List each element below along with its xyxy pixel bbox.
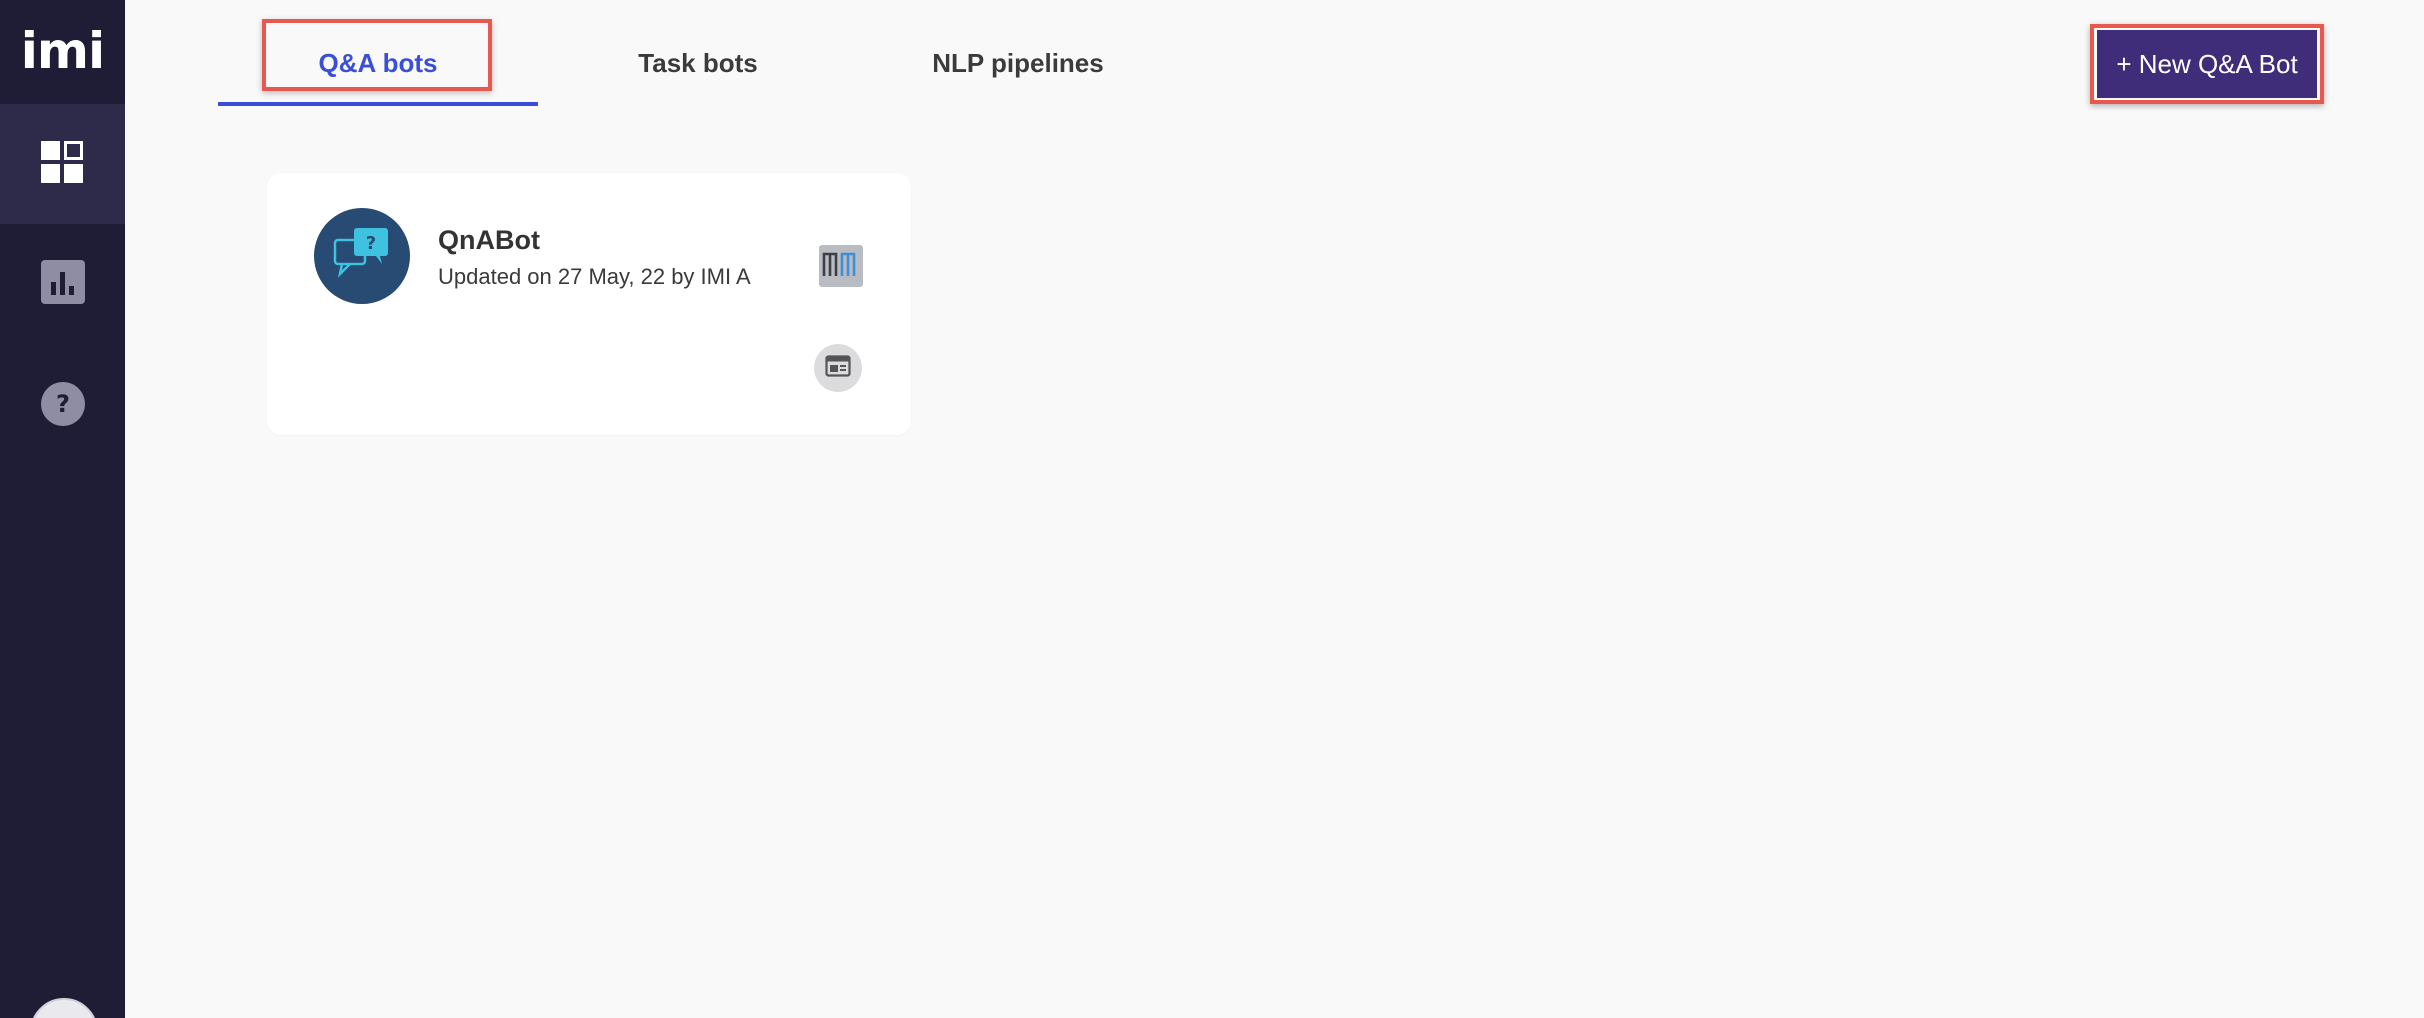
- app-root: imi ? Q&A bots Task bots NLP pipelines +…: [0, 0, 2424, 1018]
- new-qa-bot-button[interactable]: + New Q&A Bot: [2097, 30, 2317, 98]
- sidebar-item-analytics[interactable]: [0, 224, 125, 344]
- web-widget-icon: [825, 354, 851, 382]
- channel-web-widget[interactable]: [814, 344, 862, 392]
- bot-name: QnABot: [438, 225, 540, 255]
- sidebar-item-help[interactable]: ?: [0, 346, 125, 466]
- tab-task-bots[interactable]: Task bots: [598, 20, 798, 106]
- svg-text:?: ?: [366, 233, 376, 254]
- active-tab-indicator: [218, 102, 538, 106]
- sidebar: imi ?: [0, 0, 125, 1018]
- svg-text:?: ?: [56, 390, 70, 418]
- analytics-icon: [40, 259, 85, 309]
- bot-card[interactable]: ? QnABot Updated on 27 May, 22 by IMI A: [267, 173, 911, 435]
- user-avatar[interactable]: [30, 998, 98, 1018]
- bot-updated-text: Updated on 27 May, 22 by IMI A: [438, 264, 751, 289]
- imi-logo[interactable]: imi: [0, 0, 125, 102]
- help-icon: ?: [40, 381, 86, 432]
- mm-logo-icon: [822, 250, 860, 283]
- bot-avatar: ?: [314, 208, 410, 304]
- dashboard-icon: [40, 140, 85, 188]
- sidebar-item-dashboard[interactable]: [0, 104, 125, 224]
- qna-chat-icon: ?: [332, 226, 392, 287]
- tab-nlp-pipelines[interactable]: NLP pipelines: [900, 20, 1136, 106]
- engine-badge: [819, 245, 863, 287]
- tab-qa-bots-highlight: [262, 19, 492, 91]
